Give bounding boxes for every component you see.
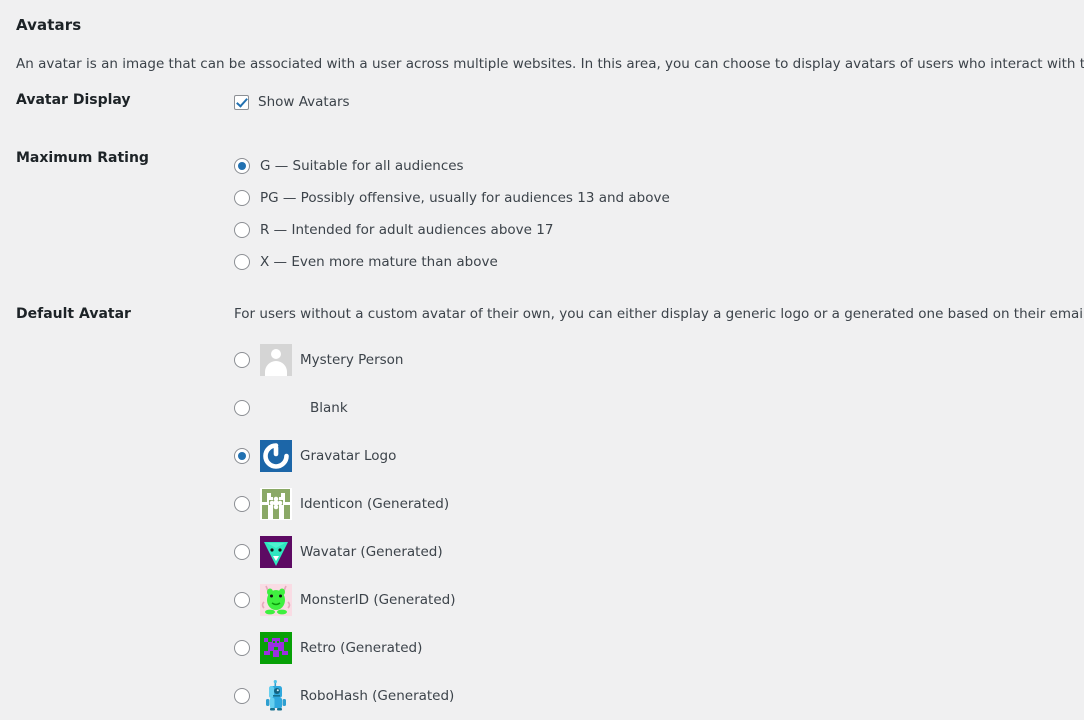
- wavatar-avatar-icon: [260, 536, 292, 568]
- show-avatars-label: Show Avatars: [258, 94, 350, 110]
- default-avatar-option-wavatar[interactable]: Wavatar (Generated): [234, 528, 1084, 576]
- default-avatar-radio-retro[interactable]: [234, 640, 250, 656]
- default-avatar-label-identicon: Identicon (Generated): [300, 496, 450, 512]
- rating-option-g[interactable]: G — Suitable for all audiences: [234, 150, 670, 182]
- default-avatar-option-robohash[interactable]: RoboHash (Generated): [234, 672, 1084, 720]
- default-avatar-label-wavatar: Wavatar (Generated): [300, 544, 443, 560]
- default-avatar-label-gravatar-logo: Gravatar Logo: [300, 448, 397, 464]
- rating-radio-pg[interactable]: [234, 190, 250, 206]
- rating-radio-x[interactable]: [234, 254, 250, 270]
- rating-label-pg: PG — Possibly offensive, usually for aud…: [260, 190, 670, 206]
- retro-avatar-icon: [260, 632, 292, 664]
- identicon-avatar-icon: [260, 488, 292, 520]
- show-avatars-checkbox-row[interactable]: Show Avatars: [234, 92, 350, 112]
- default-avatar-radio-wavatar[interactable]: [234, 544, 250, 560]
- default-avatar-description: For users without a custom avatar of the…: [234, 306, 1084, 322]
- rating-label-x: X — Even more mature than above: [260, 254, 498, 270]
- default-avatar-field: For users without a custom avatar of the…: [234, 306, 1084, 720]
- rating-option-x[interactable]: X — Even more mature than above: [234, 246, 670, 278]
- monsterid-avatar-icon: [260, 584, 292, 616]
- rating-label-r: R — Intended for adult audiences above 1…: [260, 222, 554, 238]
- page-title: Avatars: [16, 16, 82, 35]
- default-avatar-label: Default Avatar: [16, 306, 131, 322]
- default-avatar-label-mystery-person: Mystery Person: [300, 352, 404, 368]
- avatar-display-label: Avatar Display: [16, 92, 131, 108]
- maximum-rating-field: G — Suitable for all audiences PG — Poss…: [234, 150, 670, 278]
- rating-option-pg[interactable]: PG — Possibly offensive, usually for aud…: [234, 182, 670, 214]
- rating-label-g: G — Suitable for all audiences: [260, 158, 464, 174]
- default-avatar-option-gravatar-logo[interactable]: Gravatar Logo: [234, 432, 1084, 480]
- default-avatar-option-identicon[interactable]: Identicon (Generated): [234, 480, 1084, 528]
- rating-radio-r[interactable]: [234, 222, 250, 238]
- default-avatar-radio-mystery-person[interactable]: [234, 352, 250, 368]
- default-avatar-radio-robohash[interactable]: [234, 688, 250, 704]
- default-avatar-radio-gravatar-logo[interactable]: [234, 448, 250, 464]
- avatars-settings-page: Avatars An avatar is an image that can b…: [0, 0, 1084, 714]
- gravatar-logo-icon: [260, 440, 292, 472]
- default-avatar-label-monsterid: MonsterID (Generated): [300, 592, 456, 608]
- default-avatar-option-mystery-person[interactable]: Mystery Person: [234, 336, 1084, 384]
- default-avatar-option-blank[interactable]: Blank: [234, 384, 1084, 432]
- default-avatar-option-retro[interactable]: Retro (Generated): [234, 624, 1084, 672]
- default-avatar-label-retro: Retro (Generated): [300, 640, 423, 656]
- rating-option-r[interactable]: R — Intended for adult audiences above 1…: [234, 214, 670, 246]
- robohash-avatar-icon: [260, 680, 292, 712]
- rating-radio-g[interactable]: [234, 158, 250, 174]
- mystery-person-avatar-icon: [260, 344, 292, 376]
- default-avatar-option-monsterid[interactable]: MonsterID (Generated): [234, 576, 1084, 624]
- default-avatar-label-robohash: RoboHash (Generated): [300, 688, 455, 704]
- blank-avatar-icon: [260, 392, 292, 424]
- maximum-rating-label: Maximum Rating: [16, 150, 149, 166]
- default-avatar-radio-identicon[interactable]: [234, 496, 250, 512]
- default-avatar-label-blank: Blank: [310, 400, 348, 416]
- avatar-display-field: Show Avatars: [234, 92, 350, 112]
- default-avatar-radio-monsterid[interactable]: [234, 592, 250, 608]
- default-avatar-radio-blank[interactable]: [234, 400, 250, 416]
- show-avatars-checkbox[interactable]: [234, 94, 249, 110]
- avatars-intro-text: An avatar is an image that can be associ…: [16, 55, 1084, 72]
